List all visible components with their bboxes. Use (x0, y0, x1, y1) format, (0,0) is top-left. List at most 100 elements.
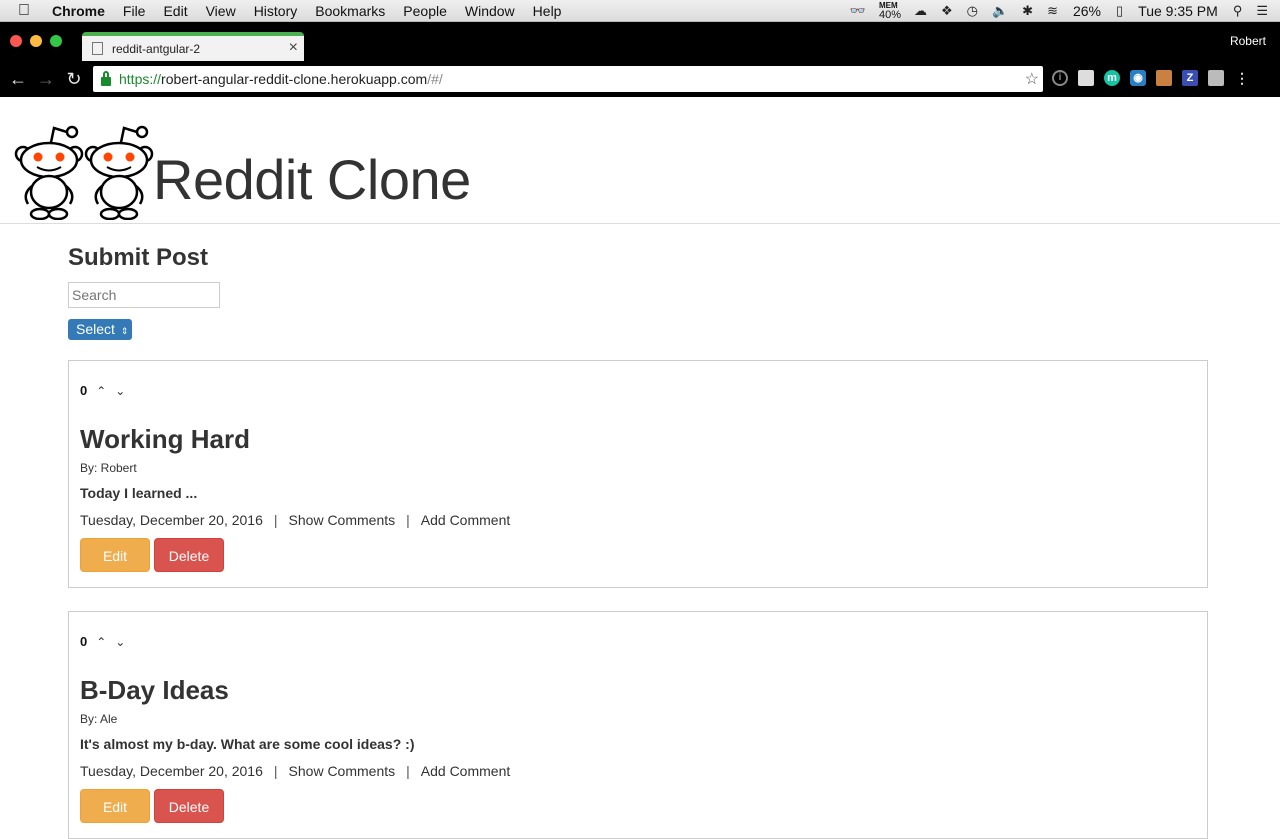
volume-icon[interactable]: 🔈 (992, 3, 1008, 19)
grid-extension-icon[interactable] (1208, 70, 1224, 86)
vote-controls: 0 ⌃ ⌄ (80, 383, 1196, 398)
tab-reddit-angular[interactable]: reddit-antgular-2 × (82, 32, 304, 61)
url-scheme: https:// (119, 71, 162, 87)
post-card: 0 ⌃ ⌄ Working Hard By: Robert Today I le… (68, 360, 1208, 588)
downvote-chevron-icon[interactable]: ⌄ (115, 384, 125, 398)
menu-history[interactable]: History (254, 0, 298, 22)
menu-people[interactable]: People (403, 0, 447, 22)
post-author: By: Robert (80, 461, 137, 475)
bookmark-star-icon[interactable]: ☆ (1025, 69, 1039, 89)
post-date: Tuesday, December 20, 2016 (80, 763, 263, 779)
url-host: robert-angular-reddit-clone.herokuapp.co… (161, 71, 428, 87)
battery-icon[interactable]: ▯ (1116, 3, 1123, 19)
tab-title: reddit-antgular-2 (112, 41, 201, 56)
window-controls (10, 35, 62, 47)
page-favicon-icon (92, 42, 103, 55)
lock-icon (101, 70, 111, 86)
reload-icon[interactable]: ↻ (60, 69, 88, 90)
info-extension-icon[interactable]: i (1052, 70, 1068, 86)
close-window-button[interactable] (10, 35, 22, 47)
post-actions: Edit Delete (80, 538, 1196, 572)
post-author: By: Ale (80, 712, 118, 726)
menu-dots-icon[interactable]: ⋮ (1234, 70, 1250, 86)
browser-toolbar: ← → ↻ https:// robert-angular-reddit-clo… (0, 61, 1280, 97)
z-extension-icon[interactable]: Z (1182, 70, 1198, 86)
post-actions: Edit Delete (80, 789, 1196, 823)
separator: | (273, 512, 278, 528)
reddit-alien-logo-icon (84, 125, 154, 220)
post-body: Today I learned ... (80, 485, 198, 501)
menu-view[interactable]: View (206, 0, 236, 22)
notification-center-icon[interactable]: ☰ (1256, 3, 1268, 19)
browser-tab-strip: reddit-antgular-2 × Robert (0, 22, 1280, 61)
battery-percent[interactable]: 26% (1073, 3, 1101, 19)
menu-bookmarks[interactable]: Bookmarks (315, 0, 385, 22)
page-viewport: Reddit Clone Submit Post Select ⇕ 0 ⌃ ⌄ … (0, 97, 1280, 839)
submit-post-heading: Submit Post (68, 244, 209, 271)
select-label: Select (76, 321, 115, 337)
back-arrow-icon[interactable]: ← (4, 69, 32, 90)
search-input[interactable] (68, 282, 220, 308)
post-card: 0 ⌃ ⌄ B-Day Ideas By: Ale It's almost my… (68, 611, 1208, 839)
page-extension-icon[interactable] (1078, 70, 1094, 86)
delete-button[interactable]: Delete (154, 789, 224, 823)
edit-button[interactable]: Edit (80, 789, 150, 823)
vote-controls: 0 ⌃ ⌄ (80, 634, 1196, 649)
clock[interactable]: Tue 9:35 PM (1138, 3, 1218, 19)
post-title: Working Hard (80, 424, 250, 454)
status-area: 👓 MEM 40% ☁ ❖ ◷ 🔈 ✱ ≋ 26% ▯ Tue 9:35 PM … (843, 0, 1280, 22)
cloud-icon[interactable]: ☁ (914, 3, 927, 19)
time-machine-icon[interactable]: ◷ (967, 3, 978, 19)
profile-name[interactable]: Robert (1230, 34, 1266, 48)
show-comments-link[interactable]: Show Comments (289, 763, 396, 779)
macos-menu-bar:  Chrome File Edit View History Bookmark… (0, 0, 1280, 22)
memory-value: 40% (878, 8, 901, 21)
reddit-alien-logo-icon (14, 125, 84, 220)
site-title: Reddit Clone (153, 148, 471, 211)
add-comment-link[interactable]: Add Comment (421, 512, 510, 528)
edit-button[interactable]: Edit (80, 538, 150, 572)
post-body: It's almost my b-day. What are some cool… (80, 736, 415, 752)
avatar-extension-icon[interactable] (1156, 70, 1172, 86)
zoom-window-button[interactable] (50, 35, 62, 47)
vote-count: 0 (80, 634, 88, 649)
dropbox-icon[interactable]: ❖ (941, 3, 953, 19)
delete-button[interactable]: Delete (154, 538, 224, 572)
menu-chrome[interactable]: Chrome (52, 0, 105, 22)
menu-edit[interactable]: Edit (163, 0, 187, 22)
url-path: /#/ (427, 71, 443, 87)
post-meta: Tuesday, December 20, 2016 | Show Commen… (80, 512, 1196, 528)
upvote-chevron-icon[interactable]: ⌃ (96, 635, 106, 649)
site-header: Reddit Clone (0, 97, 1280, 224)
spotlight-search-icon[interactable]: ⚲ (1233, 3, 1243, 19)
forward-arrow-icon[interactable]: → (32, 69, 60, 90)
show-comments-link[interactable]: Show Comments (289, 512, 396, 528)
select-dropdown[interactable]: Select ⇕ (68, 319, 133, 340)
vote-count: 0 (80, 383, 88, 398)
address-bar[interactable]: https:// robert-angular-reddit-clone.her… (93, 66, 1043, 92)
post-date: Tuesday, December 20, 2016 (80, 512, 263, 528)
add-comment-link[interactable]: Add Comment (421, 763, 510, 779)
menu-help[interactable]: Help (533, 0, 562, 22)
bluetooth-icon[interactable]: ✱ (1022, 3, 1033, 19)
memory-indicator[interactable]: MEM 40% (878, 1, 901, 21)
separator: | (406, 512, 410, 528)
post-meta: Tuesday, December 20, 2016 | Show Commen… (80, 763, 1196, 779)
close-tab-icon[interactable]: × (289, 39, 298, 57)
shield-extension-icon[interactable]: ◉ (1130, 70, 1146, 86)
menu-file[interactable]: File (123, 0, 146, 22)
upvote-chevron-icon[interactable]: ⌃ (96, 384, 106, 398)
wifi-icon[interactable]: ≋ (1047, 3, 1058, 19)
m-extension-icon[interactable]: m (1104, 70, 1120, 86)
separator: | (406, 763, 410, 779)
apple-menu-icon[interactable]:  (18, 0, 38, 22)
glasses-icon[interactable]: 👓 (850, 3, 866, 19)
main-content: Submit Post Select ⇕ (68, 244, 1208, 340)
post-title: B-Day Ideas (80, 675, 229, 705)
downvote-chevron-icon[interactable]: ⌄ (115, 635, 125, 649)
separator: | (273, 763, 278, 779)
extensions-bar: i m ◉ Z ⋮ (1052, 68, 1250, 88)
minimize-window-button[interactable] (30, 35, 42, 47)
select-chevron-icon: ⇕ (120, 326, 129, 336)
menu-window[interactable]: Window (465, 0, 515, 22)
